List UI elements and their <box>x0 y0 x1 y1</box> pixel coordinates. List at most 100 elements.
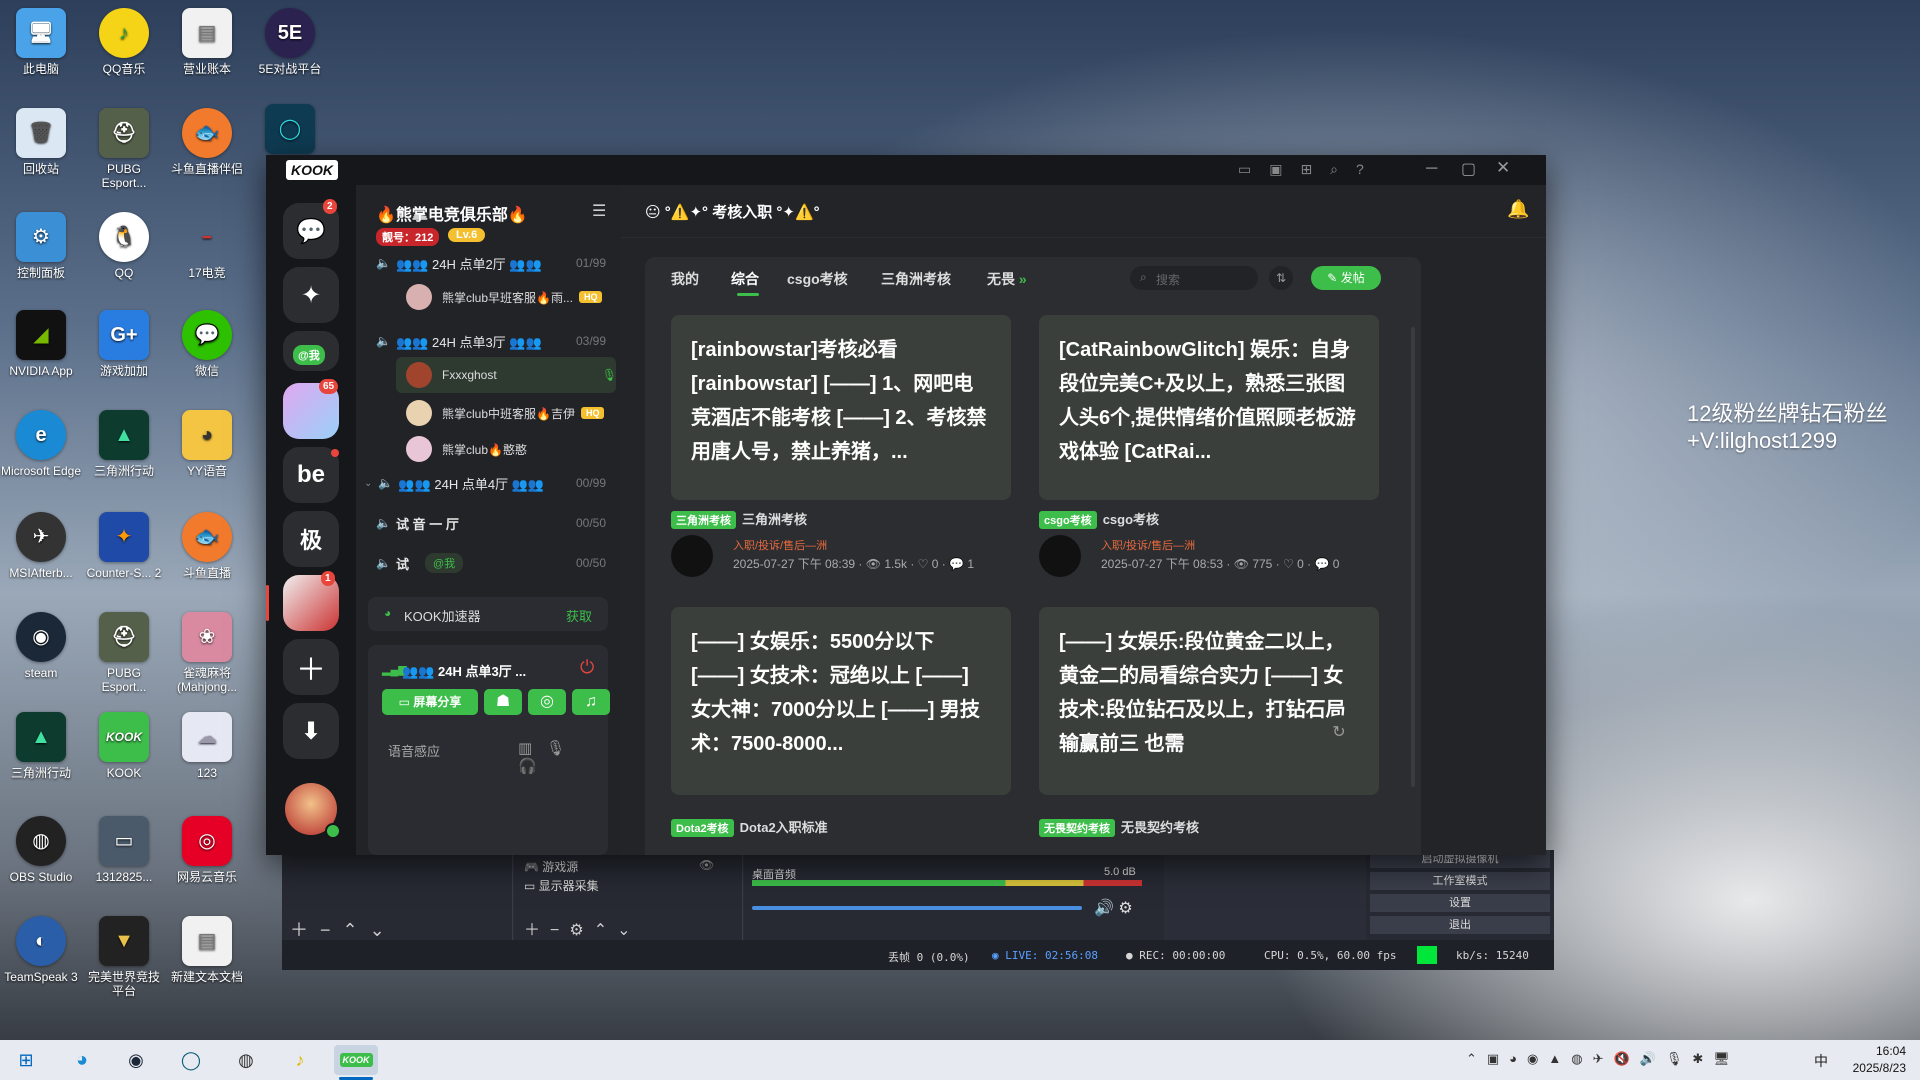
guild-bear-club[interactable]: 1 <box>283 571 339 631</box>
input-method[interactable]: 中 <box>1814 1051 1828 1071</box>
voice-channel-test-2[interactable]: 🔈 试 @我 00/50 <box>376 547 606 579</box>
channel-user[interactable]: 熊掌club🔥憨憨 <box>406 433 631 465</box>
guild-direct-messages[interactable]: 💬 2 <box>283 199 339 259</box>
tab-mine[interactable]: 我的 <box>671 269 699 289</box>
settings-button[interactable]: 设置 <box>1370 894 1550 912</box>
channel-user[interactable]: 熊掌club早班客服🔥雨... HQ <box>406 281 631 313</box>
tab-csgo[interactable]: csgo考核 <box>787 269 848 289</box>
guild-discover[interactable]: ✦ <box>283 267 339 323</box>
voice-channel-4[interactable]: ⌄ 🔈 👥👥 24H 点单4厅 👥👥 00/99 <box>364 467 606 499</box>
desktop-icon-netease-music[interactable]: ◎ 网易云音乐 <box>166 816 248 884</box>
eye-icon[interactable]: 👁 <box>699 858 714 872</box>
music-button[interactable]: ♫ <box>572 689 610 715</box>
desktop-icon-17-esports[interactable]: ━ 17电竞 <box>166 212 248 280</box>
desktop-icon-msi-afterburner[interactable]: ✈ MSIAfterb... <box>0 512 82 580</box>
desktop-icon-delta-force-2[interactable]: ▲ 三角洲行动 <box>83 410 165 478</box>
studio-mode-button[interactable]: 工作室模式 <box>1370 872 1550 890</box>
obs-icon[interactable]: ◍ <box>230 1045 262 1075</box>
desktop-icon-this-pc[interactable]: 🖥 此电脑 <box>0 8 82 76</box>
desktop-icon-wechat[interactable]: 💬 微信 <box>166 310 248 378</box>
guild-anime[interactable]: 65 <box>283 379 339 439</box>
voice-channel-2[interactable]: 🔈 👥👥 24H 点单2厅 👥👥 01/99 <box>376 247 606 279</box>
titlebar-tools[interactable]: ▭▣⊞⌕? <box>1238 161 1382 178</box>
forum-post-card[interactable]: [rainbowstar]考核必看[rainbowstar] [——] 1、网吧… <box>671 315 1011 500</box>
qq-music-icon[interactable]: ♪ <box>284 1045 316 1075</box>
bell-icon[interactable]: 🔔 <box>1507 199 1529 220</box>
close-icon[interactable]: ✕ <box>1496 158 1510 178</box>
desktop-icon-ledger[interactable]: ▤ 营业账本 <box>166 8 248 76</box>
clock[interactable]: 16:04 2025/8/23 <box>1836 1043 1906 1077</box>
desktop-icon-qq-music[interactable]: ♪ QQ音乐 <box>83 8 165 76</box>
voice-controls-icons[interactable]: ▥🎙🎧 <box>518 739 608 775</box>
maximize-icon[interactable]: ▢ <box>1461 159 1476 179</box>
desktop-icon-unknown-app[interactable]: ◯ <box>249 104 331 158</box>
refresh-icon[interactable]: ↻ <box>1321 715 1357 751</box>
guild-be[interactable]: be <box>283 447 339 503</box>
tab-delta-force[interactable]: 三角洲考核 <box>881 269 951 289</box>
menu-icon[interactable]: ☰ <box>592 201 606 221</box>
steam-icon[interactable]: ◉ <box>120 1045 152 1075</box>
activity-button[interactable]: ◎ <box>528 689 566 715</box>
guild-ji[interactable]: 极 <box>283 511 339 567</box>
desktop-icon-douyu-companion[interactable]: 🐟 斗鱼直播伴侣 <box>166 108 248 176</box>
desktop-icon-yy[interactable]: ◕ YY语音 <box>166 410 248 478</box>
edge-icon[interactable]: ◕ <box>66 1045 98 1075</box>
desktop-icon-obs[interactable]: ◍ OBS Studio <box>0 816 82 884</box>
desktop-icon-counter-strike[interactable]: ✦ Counter-S... 2 <box>83 512 165 580</box>
ring-app-icon[interactable]: ◯ <box>175 1045 207 1075</box>
system-tray-icons[interactable]: ⌃▣◕◉▲◍✈🔇🔊🎙✱🖥 <box>1466 1051 1740 1067</box>
tab-valorant[interactable]: 无畏 » <box>987 269 1027 289</box>
forum-post-card[interactable]: [——] 女娱乐:段位黄金二以上，黄金二的局看综合实力 [——] 女技术:段位钻… <box>1039 607 1379 795</box>
accelerator-get-button[interactable]: 获取 <box>566 606 592 625</box>
download-button[interactable]: ⬇ <box>283 703 339 759</box>
kook-taskbar-button[interactable]: KOOK <box>334 1045 378 1075</box>
desktop-icon-nvidia[interactable]: ◢ NVIDIA App <box>0 310 82 378</box>
desktop-icon-douyu[interactable]: 🐟 斗鱼直播 <box>166 512 248 580</box>
tab-overview[interactable]: 综合 <box>731 269 759 289</box>
desktop-icon-qq[interactable]: 🐧 QQ <box>83 212 165 280</box>
guild-folder[interactable]: @我 <box>283 331 339 371</box>
desktop-icon-teamspeak[interactable]: ◐ TeamSpeak 3 <box>0 916 82 984</box>
new-post-button[interactable]: ✎ 发帖 <box>1311 266 1381 290</box>
volume-slider[interactable] <box>752 906 1082 910</box>
desktop-icon-pubg-esports[interactable]: ⛑ PUBG Esport... <box>83 108 165 190</box>
desktop-icon-5e[interactable]: 5E 5E对战平台 <box>249 8 331 76</box>
forum-post-card[interactable]: [——] 女娱乐：5500分以下 [——] 女技术：冠绝以上 [——] 女大神：… <box>671 607 1011 795</box>
desktop-icon-kook[interactable]: KOOK KOOK <box>83 712 165 780</box>
server-name[interactable]: 🔥熊掌电竞俱乐部🔥 <box>376 201 528 225</box>
search-input[interactable]: ⌕ 搜索 <box>1130 266 1258 290</box>
desktop-icon-pubg-esports-2[interactable]: ⛑ PUBG Esport... <box>83 612 165 694</box>
forum-scrollbar[interactable] <box>1411 327 1415 787</box>
mention-pill[interactable]: @我 <box>425 553 464 573</box>
desktop-icon-control-panel[interactable]: ⚙ 控制面板 <box>0 212 82 280</box>
obs-source-game[interactable]: 🎮 游戏源 <box>524 858 578 875</box>
disconnect-icon[interactable]: ⏻ <box>580 657 594 678</box>
channel-user-self[interactable]: Fxxxghost 🎙 <box>406 359 631 391</box>
desktop-icon-youxijiajia[interactable]: G+ 游戏加加 <box>83 310 165 378</box>
sort-icon[interactable]: ⇅ <box>1269 266 1293 290</box>
screen-share-button[interactable]: ▭ 屏幕分享 <box>382 689 478 715</box>
desktop-icon-new-text-doc[interactable]: ▤ 新建文本文档 <box>166 916 248 984</box>
accelerator-bar[interactable]: ◕ KOOK加速器 获取 <box>368 597 608 631</box>
voice-channel-3[interactable]: 🔈 👥👥 24H 点单3厅 👥👥 03/99 <box>376 325 606 357</box>
desktop-icon-delta-force[interactable]: ▲ 三角洲行动 <box>0 712 82 780</box>
add-guild-button[interactable]: ＋ <box>283 639 339 695</box>
desktop-icon-perfect-world[interactable]: ▼ 完美世界竞技平台 <box>83 916 165 998</box>
desktop-icon-steam[interactable]: ◉ steam <box>0 612 82 680</box>
obs-scene-controls[interactable]: ＋−⌃⌄ <box>290 916 397 942</box>
forum-post-card[interactable]: [CatRainbowGlitch] 娱乐：自身段位完美C+及以上，熟悉三张图 … <box>1039 315 1379 500</box>
desktop-icon-recycle-bin[interactable]: 🗑 回收站 <box>0 108 82 176</box>
desktop-icon-video-file[interactable]: ▭ 1312825... <box>83 816 165 884</box>
desktop-icon-mahjong-soul[interactable]: ❀ 雀魂麻将(Mahjong... <box>166 612 248 694</box>
desktop-icon-edge[interactable]: e Microsoft Edge <box>0 410 82 478</box>
channel-user[interactable]: 熊掌club中班客服🔥吉伊 HQ <box>406 397 631 429</box>
obs-source-controls[interactable]: ＋−⚙⌃⌄ <box>524 916 641 940</box>
soundboard-button[interactable]: ☗ <box>484 689 522 715</box>
voice-channel-test-1[interactable]: 🔈 试 音 一 厅 00/50 <box>376 507 606 539</box>
exit-button[interactable]: 退出 <box>1370 916 1550 934</box>
obs-source-display[interactable]: ▭ 显示器采集 <box>524 877 599 894</box>
windows-start-icon[interactable]: ⊞ <box>10 1045 42 1075</box>
speaker-icon[interactable]: 🔊 ⚙ <box>1094 898 1133 918</box>
minimize-icon[interactable]: ─ <box>1426 160 1437 178</box>
desktop-icon-123[interactable]: ☁ 123 <box>166 712 248 780</box>
